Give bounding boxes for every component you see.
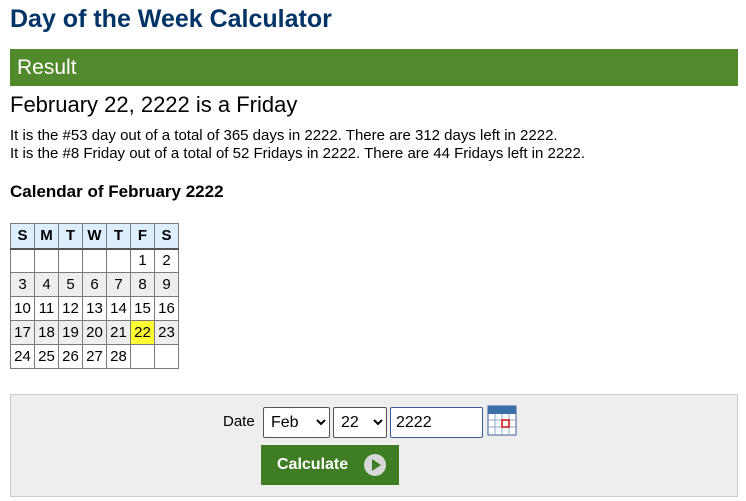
- calendar-day-cell: 20: [82, 320, 107, 345]
- calendar-day-cell: 28: [106, 344, 131, 369]
- calendar-day-cell: 26: [58, 344, 83, 369]
- result-bar: Result: [10, 49, 738, 86]
- calendar-day-cell: 21: [106, 320, 131, 345]
- calendar-day-cell: 4: [34, 272, 59, 297]
- date-label: Date: [223, 413, 255, 430]
- calendar-day-cell: [130, 344, 155, 369]
- calendar-day-cell: 19: [58, 320, 83, 345]
- calendar-day-cell: 11: [34, 296, 59, 321]
- calendar-heading: Calendar of February 2222: [10, 182, 224, 201]
- result-info-line-1: It is the #53 day out of a total of 365 …: [10, 127, 558, 144]
- weekday-header: S: [154, 223, 179, 250]
- calendar-day-cell: 1: [130, 248, 155, 273]
- weekday-header: W: [82, 223, 107, 250]
- weekday-header: M: [34, 223, 59, 250]
- page-title: Day of the Week Calculator: [10, 5, 332, 33]
- result-headline: February 22, 2222 is a Friday: [10, 92, 298, 117]
- calculate-button[interactable]: Calculate: [261, 445, 399, 485]
- calendar-day-cell: 12: [58, 296, 83, 321]
- calendar-day-cell: [154, 344, 179, 369]
- calendar-day-cell: 3: [10, 272, 35, 297]
- month-select[interactable]: Feb: [263, 407, 330, 438]
- calendar-day-cell: [34, 248, 59, 273]
- weekday-header: S: [10, 223, 35, 250]
- calendar-day-cell: 6: [82, 272, 107, 297]
- calendar-day-cell: 15: [130, 296, 155, 321]
- calendar-day-cell: 14: [106, 296, 131, 321]
- calendar-week-row: 1 2: [10, 248, 179, 273]
- calendar-week-row: 3 4 5 6 7 8 9: [10, 272, 179, 297]
- calendar-day-cell: [106, 248, 131, 273]
- calendar-day-cell: [10, 248, 35, 273]
- calendar-day-cell: 9: [154, 272, 179, 297]
- calendar-day-cell: 8: [130, 272, 155, 297]
- calendar-week-row: 24 25 26 27 28: [10, 344, 179, 369]
- calendar-day-cell: 2: [154, 248, 179, 273]
- calendar-day-cell: 16: [154, 296, 179, 321]
- calendar-week-row: 10 11 12 13 14 15 16: [10, 296, 179, 321]
- calendar-day-cell: 25: [34, 344, 59, 369]
- weekday-header: T: [106, 223, 131, 250]
- calendar-day-cell: 27: [82, 344, 107, 369]
- calendar-day-cell: 23: [154, 320, 179, 345]
- calendar-week-row: 17 18 19 20 21 22 23: [10, 320, 179, 345]
- year-input[interactable]: [390, 407, 483, 438]
- calendar-day-cell: [58, 248, 83, 273]
- calendar-day-cell: 18: [34, 320, 59, 345]
- calendar-day-cell: 24: [10, 344, 35, 369]
- calendar-day-cell: 17: [10, 320, 35, 345]
- calendar-day-cell: 10: [10, 296, 35, 321]
- result-info: It is the #53 day out of a total of 365 …: [10, 127, 585, 163]
- calendar-day-cell: 7: [106, 272, 131, 297]
- calendar-day-cell: 13: [82, 296, 107, 321]
- calendar-day-cell: 5: [58, 272, 83, 297]
- weekday-header: F: [130, 223, 155, 250]
- calendar-day-cell: [82, 248, 107, 273]
- result-info-line-2: It is the #8 Friday out of a total of 52…: [10, 145, 586, 162]
- play-arrow-icon: [364, 454, 387, 476]
- calendar-day-cell-selected: 22: [130, 320, 155, 345]
- calendar-table: S M T W T F S 1 2 3 4 5 6 7 8 9 10 11 12…: [10, 223, 179, 369]
- calendar-picker-icon[interactable]: [487, 405, 517, 436]
- day-select[interactable]: 22: [333, 407, 387, 438]
- calculate-button-label: Calculate: [277, 456, 349, 473]
- calendar-weekday-row: S M T W T F S: [10, 223, 179, 250]
- weekday-header: T: [58, 223, 83, 250]
